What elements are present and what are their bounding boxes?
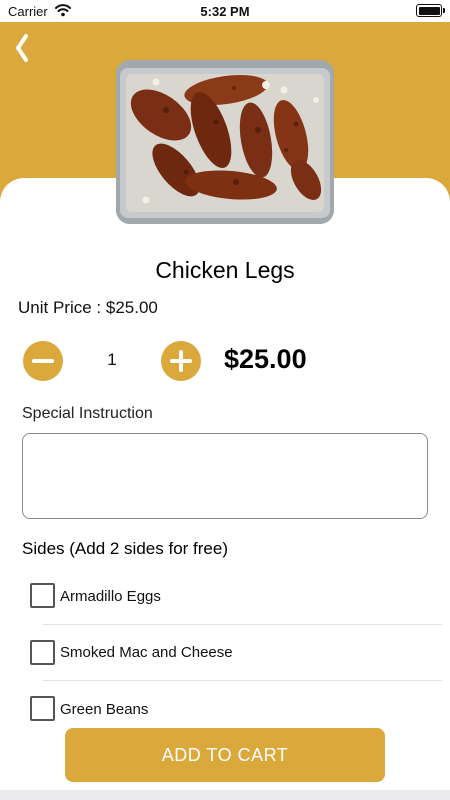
status-bar: Carrier 5:32 PM xyxy=(0,0,450,22)
side-option-smoked-mac-and-cheese[interactable]: Smoked Mac and Cheese xyxy=(0,624,450,681)
special-instruction-input[interactable] xyxy=(22,433,428,519)
quantity-value: 1 xyxy=(107,350,117,369)
product-image xyxy=(116,60,334,224)
add-to-cart-button[interactable]: ADD TO CART xyxy=(65,728,385,782)
increase-quantity-button[interactable] xyxy=(161,341,201,381)
checkbox[interactable] xyxy=(30,696,55,721)
minus-icon xyxy=(32,359,54,363)
side-option-label: Smoked Mac and Cheese xyxy=(60,644,233,661)
side-option-label: Armadillo Eggs xyxy=(60,588,161,605)
sides-title: Sides (Add 2 sides for free) xyxy=(22,539,228,558)
checkbox[interactable] xyxy=(30,640,55,665)
side-option-armadillo-eggs[interactable]: Armadillo Eggs xyxy=(0,568,450,625)
unit-price: Unit Price : $25.00 xyxy=(18,298,158,318)
back-button[interactable] xyxy=(10,30,34,66)
bottom-strip xyxy=(0,790,450,800)
unit-price-label: Unit Price : xyxy=(18,298,102,317)
checkbox[interactable] xyxy=(30,583,55,608)
decrease-quantity-button[interactable] xyxy=(23,341,63,381)
product-title: Chicken Legs xyxy=(155,257,295,283)
status-time: 5:32 PM xyxy=(200,4,250,19)
unit-price-value: $25.00 xyxy=(105,298,158,317)
chevron-left-icon xyxy=(16,34,28,62)
special-instruction-label: Special Instruction xyxy=(22,405,153,422)
battery-icon xyxy=(416,4,445,17)
side-option-label: Green Beans xyxy=(60,701,149,718)
total-price: $25.00 xyxy=(224,344,307,374)
